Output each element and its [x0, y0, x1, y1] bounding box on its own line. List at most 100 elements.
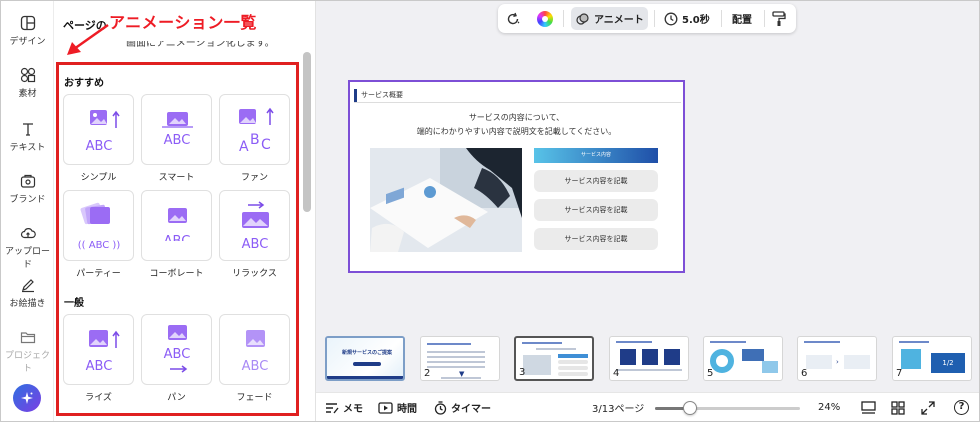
panel-scrollbar[interactable] — [303, 52, 311, 212]
animation-tile-party[interactable]: (( ABC )) — [63, 190, 134, 261]
thumb-title: 新規サービスのご提案 — [341, 350, 392, 356]
slide-thumbnail-2[interactable]: ▼ 2 — [420, 336, 500, 381]
tile-label: シンプル — [80, 173, 117, 183]
rail-item-upload[interactable]: アップロード — [1, 225, 54, 270]
pages-view-button[interactable] — [861, 393, 876, 422]
timer-label: タイマー — [451, 404, 491, 415]
help-button[interactable]: ? — [954, 393, 969, 422]
slide-thumbnail-7[interactable]: 1/2 7 — [892, 336, 972, 381]
left-rail: デザイン 素材 テキスト ブランド アップロード お絵描き プロジェクト — [1, 1, 54, 421]
service-item: サービス内容を記載 — [534, 199, 658, 221]
panel-description: 画面にアニメーション化します。 — [126, 41, 275, 49]
arrange-label: 配置 — [732, 15, 752, 26]
sparkle-icon — [21, 392, 33, 404]
section-general: 一般 — [64, 298, 84, 309]
magic-button[interactable] — [13, 384, 41, 412]
rail-item-design[interactable]: デザイン — [1, 15, 54, 47]
folder-icon — [20, 332, 35, 344]
text-icon — [22, 123, 33, 136]
animation-preview-icon: ABC — [156, 208, 199, 249]
thumb-number: 2 — [424, 368, 431, 379]
svg-text:A: A — [239, 139, 249, 155]
animation-preview-icon: ABC — [242, 201, 269, 252]
zoom-slider-knob[interactable] — [683, 401, 697, 415]
rail-label: デザイン — [9, 37, 46, 47]
animation-tile-fade[interactable]: ABC — [219, 314, 290, 385]
animation-tile-smart[interactable]: ABC — [141, 94, 212, 165]
svg-text:ABC: ABC — [164, 133, 191, 148]
thumb-number: 7 — [896, 368, 903, 379]
slide-text-line1: サービスの内容について、 — [468, 113, 565, 122]
svg-text:ABC: ABC — [242, 359, 269, 374]
animation-tile-relax[interactable]: ABC — [219, 190, 290, 261]
animation-tile-rise[interactable]: ABC — [63, 314, 134, 385]
rail-label: プロジェクト — [4, 351, 50, 374]
color-button[interactable] — [537, 4, 553, 33]
service-header: サービス内容 — [534, 148, 658, 163]
service-item: サービス内容を記載 — [534, 228, 658, 250]
timing-button[interactable]: 時間 — [378, 393, 417, 422]
timer-button[interactable]: タイマー — [434, 393, 491, 422]
business-photo-icon — [370, 148, 522, 252]
refresh-icon — [507, 12, 520, 24]
animation-tile-fun[interactable]: A B C — [219, 94, 290, 165]
section-recommended: おすすめ — [64, 78, 104, 89]
slide-thumbnail-4[interactable]: 4 — [609, 336, 689, 381]
layout-icon — [20, 15, 35, 31]
svg-text:ABC: ABC — [86, 139, 113, 154]
svg-text:ABC: ABC — [164, 347, 191, 362]
arrange-button[interactable]: 配置 — [732, 4, 752, 33]
slide-thumbnail-1[interactable]: 新規サービスのご提案 — [325, 336, 405, 381]
rail-item-brand[interactable]: ブランド — [1, 173, 54, 205]
timer-icon — [434, 400, 447, 415]
notes-icon — [326, 402, 339, 413]
thumb7-badge: 1/2 — [931, 353, 965, 373]
thumb-number: 5 — [707, 368, 714, 379]
animation-preview-icon: ABC — [86, 330, 120, 374]
animate-label-wrap: アニメート — [576, 4, 644, 33]
slide-thumbnail-3[interactable]: 3 — [514, 336, 594, 381]
svg-text:B: B — [250, 132, 260, 148]
zoom-slider[interactable] — [655, 401, 800, 415]
slide-text-line2: 端的にわかりやすい内容で説明文を記載してください。 — [416, 127, 617, 136]
slide-photo — [370, 148, 522, 252]
cloud-upload-icon — [20, 228, 36, 239]
callout-arrow-icon — [67, 23, 109, 55]
animation-tile-pan[interactable]: ABC — [141, 314, 212, 385]
tile-label: ライズ — [85, 393, 112, 403]
animation-tile-simple[interactable]: ABC — [63, 94, 134, 165]
play-icon — [378, 401, 393, 414]
service-item: サービス内容を記載 — [534, 170, 658, 192]
rail-item-elements[interactable]: 素材 — [1, 67, 54, 99]
clock-icon — [664, 12, 678, 25]
replace-button[interactable] — [505, 4, 521, 33]
paint-roller-icon — [772, 10, 786, 26]
animation-preview-icon: (( ABC )) — [78, 202, 120, 251]
rail-label: テキスト — [9, 143, 46, 153]
paint-format-button[interactable] — [772, 4, 786, 33]
annotation-callout: アニメーション一覧 — [109, 13, 257, 32]
tile-label: リラックス — [232, 269, 277, 279]
rail-item-text[interactable]: テキスト — [1, 121, 54, 153]
selected-slide[interactable]: サービス概要 サービスの内容について、 端的にわかりやすい内容で説明文を記載して… — [348, 80, 685, 273]
notes-button[interactable]: メモ — [325, 393, 363, 422]
slide-header: サービス概要 — [354, 89, 681, 103]
svg-text:ABC: ABC — [242, 237, 269, 252]
slide-thumbnail-6[interactable]: › 6 — [797, 336, 877, 381]
thumb-number: 4 — [613, 368, 620, 379]
zoom-percent[interactable]: 24% — [818, 393, 840, 422]
animation-preview-icon: ABC — [86, 110, 120, 154]
duration-button[interactable]: 5.0秒 — [664, 4, 710, 33]
grid-icon — [891, 400, 905, 415]
tile-label: フェード — [236, 393, 273, 403]
animation-preview-icon: A B C — [239, 107, 274, 155]
page-indicator[interactable]: 3/13ページ — [592, 393, 644, 422]
rail-item-projects[interactable]: プロジェクト — [1, 329, 54, 374]
grid-view-button[interactable] — [891, 393, 905, 422]
rail-label: アップロード — [4, 247, 50, 270]
fullscreen-button[interactable] — [921, 393, 935, 422]
animation-tile-corporate[interactable]: ABC — [141, 190, 212, 261]
pages-icon — [861, 400, 876, 414]
rail-item-draw[interactable]: お絵描き — [1, 277, 54, 309]
slide-thumbnail-5[interactable]: 5 — [703, 336, 783, 381]
